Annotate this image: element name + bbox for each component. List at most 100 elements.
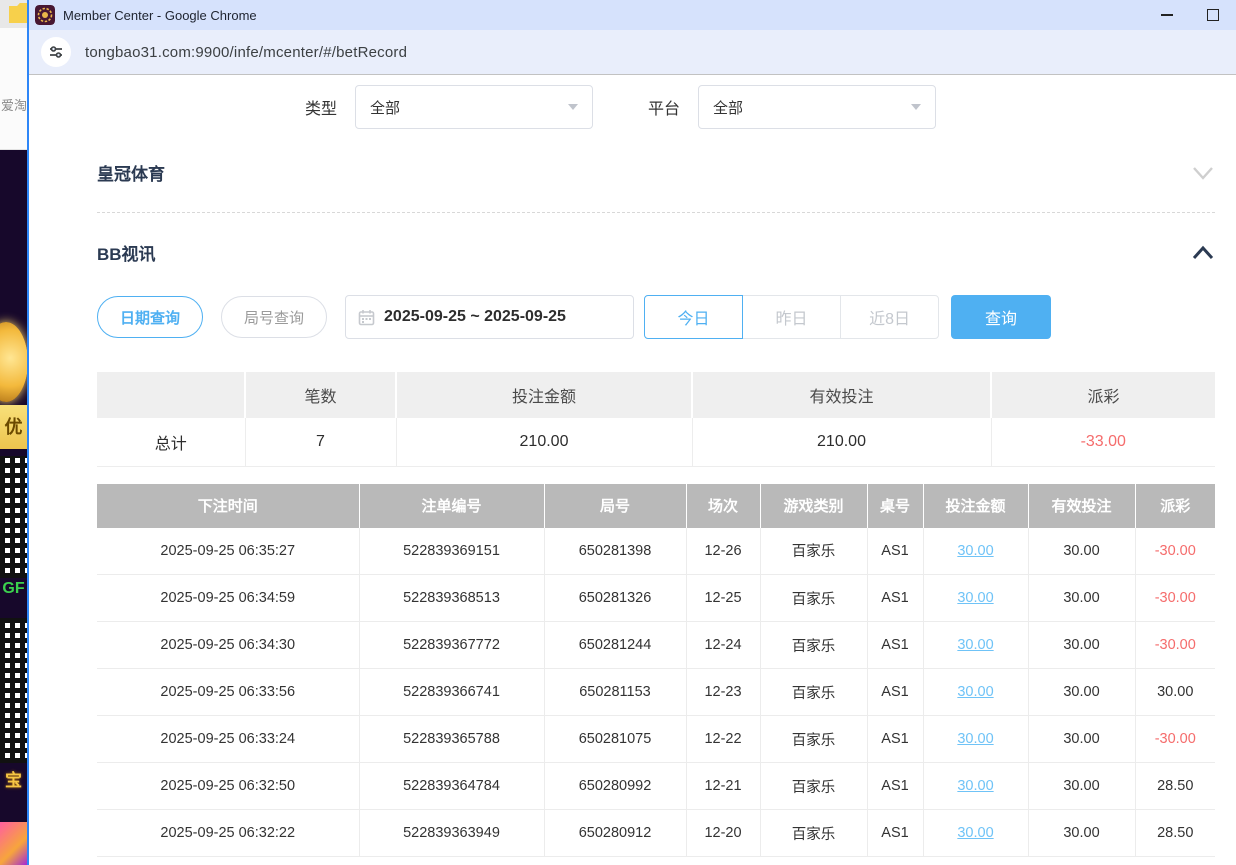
- game-type-cell: 百家乐: [760, 716, 867, 763]
- background-window-strip: 爱淘 优 GF 宝: [0, 0, 27, 865]
- valid-bet-cell: 30.00: [1028, 528, 1135, 575]
- bet-amount-cell: 30.00: [923, 669, 1028, 716]
- url-text[interactable]: tongbao31.com:9900/infe/mcenter/#/betRec…: [85, 44, 407, 61]
- bet-time-header: 下注时间: [97, 484, 359, 528]
- bet-amount-header: 投注金额: [396, 372, 692, 418]
- yesterday-button[interactable]: 昨日: [742, 295, 841, 339]
- payout-cell: 28.50: [1135, 810, 1215, 857]
- section-title-crown-sports: 皇冠体育: [97, 160, 165, 185]
- qr-code-image: [0, 618, 27, 763]
- calendar-icon: [358, 309, 375, 326]
- today-button[interactable]: 今日: [644, 295, 743, 339]
- row-label-cell: 总计: [97, 418, 245, 466]
- chevron-down-icon[interactable]: [1191, 165, 1215, 181]
- gold-coin-image: [0, 322, 27, 402]
- table-id-header: 桌号: [867, 484, 923, 528]
- round-id-cell: 650281398: [544, 528, 686, 575]
- table-row: 2025-09-25 06:34:59522839368513650281326…: [97, 575, 1215, 622]
- window-controls: [1144, 0, 1236, 30]
- folder-icon: [9, 3, 27, 23]
- promo-banner-text: 优: [0, 405, 27, 449]
- type-select[interactable]: 全部: [355, 85, 593, 129]
- window-title: Member Center - Google Chrome: [63, 8, 257, 23]
- round-id-cell: 650281075: [544, 716, 686, 763]
- table-id-cell: AS1: [867, 716, 923, 763]
- table-row: 2025-09-25 06:32:22522839363949650280912…: [97, 810, 1215, 857]
- table-id-cell: AS1: [867, 763, 923, 810]
- round-id-header: 局号: [544, 484, 686, 528]
- filter-row: 类型 全部 平台 全部: [97, 84, 1236, 130]
- date-query-tab[interactable]: 日期查询: [97, 296, 203, 338]
- site-favicon-icon: [35, 5, 55, 25]
- round-id-cell: 650280992: [544, 763, 686, 810]
- session-header: 场次: [686, 484, 760, 528]
- payout-cell: -33.00: [991, 418, 1215, 466]
- section-bb-video[interactable]: BB视讯: [97, 240, 1215, 265]
- game-type-cell: 百家乐: [760, 528, 867, 575]
- valid-bet-cell: 30.00: [1028, 669, 1135, 716]
- bet-id-cell: 522839363949: [359, 810, 544, 857]
- valid-bet-header: 有效投注: [692, 372, 991, 418]
- section-crown-sports[interactable]: 皇冠体育: [97, 160, 1215, 185]
- address-bar[interactable]: tongbao31.com:9900/infe/mcenter/#/betRec…: [29, 30, 1236, 75]
- maximize-icon: [1207, 9, 1219, 21]
- window-titlebar[interactable]: Member Center - Google Chrome: [29, 0, 1236, 30]
- date-range-input[interactable]: 2025-09-25 ~ 2025-09-25: [345, 295, 634, 339]
- row-label-header: [97, 372, 245, 418]
- valid-bet-cell: 210.00: [692, 418, 991, 466]
- bet-time-cell: 2025-09-25 06:34:30: [97, 622, 359, 669]
- page-content: 类型 全部 平台 全部 皇冠体育: [29, 84, 1236, 857]
- game-type-cell: 百家乐: [760, 669, 867, 716]
- round-query-tab[interactable]: 局号查询: [221, 296, 327, 338]
- minimize-button[interactable]: [1144, 0, 1190, 30]
- summary-header-row: 笔数投注金额有效投注派彩: [97, 372, 1215, 418]
- platform-select[interactable]: 全部: [698, 85, 936, 129]
- game-type-cell: 百家乐: [760, 810, 867, 857]
- table-row: 2025-09-25 06:33:24522839365788650281075…: [97, 716, 1215, 763]
- session-cell: 12-21: [686, 763, 760, 810]
- payout-cell: -30.00: [1135, 528, 1215, 575]
- background-bao-text: 宝: [0, 766, 27, 791]
- table-row: 总计7210.00210.00-33.00: [97, 418, 1215, 466]
- background-light-area: 爱淘: [0, 0, 27, 150]
- section-title-bb-video: BB视讯: [97, 240, 156, 265]
- bet-amount-link[interactable]: 30.00: [957, 543, 993, 559]
- search-button[interactable]: 查询: [951, 295, 1051, 339]
- payout-cell: -30.00: [1135, 622, 1215, 669]
- site-settings-button[interactable]: [41, 37, 71, 67]
- bet-count-header: 笔数: [245, 372, 396, 418]
- valid-bet-header: 有效投注: [1028, 484, 1135, 528]
- bet-id-cell: 522839366741: [359, 669, 544, 716]
- bet-time-cell: 2025-09-25 06:34:59: [97, 575, 359, 622]
- section-divider: [97, 212, 1215, 213]
- bet-amount-cell: 30.00: [923, 810, 1028, 857]
- table-row: 2025-09-25 06:35:27522839369151650281398…: [97, 528, 1215, 575]
- bet-id-cell: 522839369151: [359, 528, 544, 575]
- bet-time-cell: 2025-09-25 06:35:27: [97, 528, 359, 575]
- valid-bet-cell: 30.00: [1028, 622, 1135, 669]
- bet-records-table: 下注时间注单编号局号场次游戏类别桌号投注金额有效投注派彩 2025-09-25 …: [97, 484, 1215, 858]
- bet-amount-link[interactable]: 30.00: [957, 590, 993, 606]
- bet-amount-link[interactable]: 30.00: [957, 637, 993, 653]
- chevron-up-icon[interactable]: [1191, 245, 1215, 261]
- minimize-icon: [1161, 14, 1173, 16]
- screen: 爱淘 优 GF 宝 Member Center - Google Chrome: [0, 0, 1236, 865]
- last-8-days-button[interactable]: 近8日: [840, 295, 939, 339]
- round-id-cell: 650281326: [544, 575, 686, 622]
- bet-amount-link[interactable]: 30.00: [957, 684, 993, 700]
- maximize-button[interactable]: [1190, 0, 1236, 30]
- background-gf-text: GF: [0, 580, 27, 598]
- bet-time-cell: 2025-09-25 06:33:24: [97, 716, 359, 763]
- bet-id-cell: 522839365788: [359, 716, 544, 763]
- game-type-cell: 百家乐: [760, 575, 867, 622]
- session-cell: 12-20: [686, 810, 760, 857]
- payout-cell: 30.00: [1135, 669, 1215, 716]
- bet-id-header: 注单编号: [359, 484, 544, 528]
- table-row: 2025-09-25 06:34:30522839367772650281244…: [97, 622, 1215, 669]
- bet-amount-link[interactable]: 30.00: [957, 825, 993, 841]
- table-id-cell: AS1: [867, 528, 923, 575]
- bet-id-cell: 522839367772: [359, 622, 544, 669]
- bet-amount-cell: 210.00: [396, 418, 692, 466]
- bet-amount-link[interactable]: 30.00: [957, 778, 993, 794]
- bet-amount-link[interactable]: 30.00: [957, 731, 993, 747]
